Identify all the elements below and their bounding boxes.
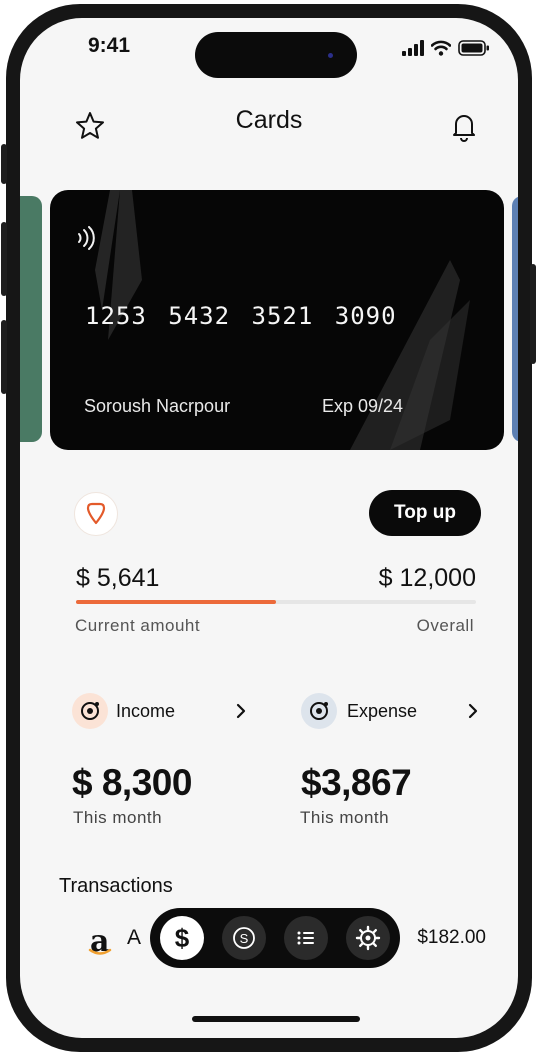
expense-label[interactable]: Expense xyxy=(347,701,417,722)
expense-chevron-right-icon[interactable] xyxy=(466,702,480,720)
card-expiry: Exp 09/24 xyxy=(322,396,404,416)
volume-down-button xyxy=(1,320,7,394)
next-card-peek[interactable] xyxy=(512,196,518,442)
screen: 9:41 Cards 1253 5432 3521 3090 Soroush N… xyxy=(20,18,518,1038)
dynamic-island xyxy=(195,32,357,78)
bottom-tab-bar: $ S xyxy=(150,908,400,968)
bell-icon[interactable] xyxy=(448,110,480,142)
settings-icon xyxy=(355,925,381,951)
volume-up-button xyxy=(1,222,7,296)
expense-period: This month xyxy=(300,808,390,827)
list-icon xyxy=(297,931,314,945)
card-holder-name: Soroush Nacrpour xyxy=(84,396,231,416)
tab-coin[interactable]: S xyxy=(222,916,266,960)
card-number: 1253 5432 3521 3090 xyxy=(85,302,397,330)
tab-settings[interactable] xyxy=(346,916,390,960)
transactions-heading: Transactions xyxy=(59,875,173,897)
balance-progress-fill xyxy=(76,600,276,604)
tab-list[interactable] xyxy=(284,916,328,960)
power-button xyxy=(530,264,536,364)
transaction-amount: $182.00 xyxy=(417,927,486,948)
camera-dot xyxy=(328,53,333,58)
home-indicator xyxy=(192,1016,360,1022)
top-up-button[interactable]: Top up xyxy=(369,490,481,536)
previous-card-peek[interactable] xyxy=(20,196,42,442)
svg-text:S: S xyxy=(240,931,249,946)
cellular-signal-icon xyxy=(402,40,424,56)
transaction-merchant-initial: A xyxy=(127,926,142,949)
income-chevron-right-icon[interactable] xyxy=(234,702,248,720)
coin-icon: S xyxy=(233,927,255,949)
balance-progress-bar xyxy=(76,600,476,604)
expense-chart-ring-icon xyxy=(301,693,337,729)
contactless-icon xyxy=(78,226,95,250)
income-period: This month xyxy=(73,808,163,827)
payment-card[interactable]: 1253 5432 3521 3090 Soroush Nacrpour Exp… xyxy=(50,190,504,450)
tab-dollar[interactable]: $ xyxy=(160,916,204,960)
income-amount: $ 8,300 xyxy=(72,762,192,803)
location-pin-icon xyxy=(74,492,118,536)
action-button xyxy=(1,144,7,184)
battery-icon xyxy=(458,40,489,56)
income-label[interactable]: Income xyxy=(116,701,175,722)
phone-frame: 9:41 Cards 1253 5432 3521 3090 Soroush N… xyxy=(1,4,536,1052)
expense-amount: $3,867 xyxy=(301,762,412,803)
income-chart-ring-icon xyxy=(72,693,108,729)
current-amount-label: Current amouht xyxy=(75,616,201,635)
amazon-smile-icon xyxy=(88,948,112,955)
current-amount: $ 5,641 xyxy=(76,564,160,592)
status-time: 9:41 xyxy=(88,34,131,57)
wifi-icon xyxy=(431,40,451,56)
overall-label: Overall xyxy=(416,616,474,635)
status-icons xyxy=(402,40,490,56)
page-title: Cards xyxy=(235,106,303,134)
overall-amount: $ 12,000 xyxy=(378,564,476,592)
